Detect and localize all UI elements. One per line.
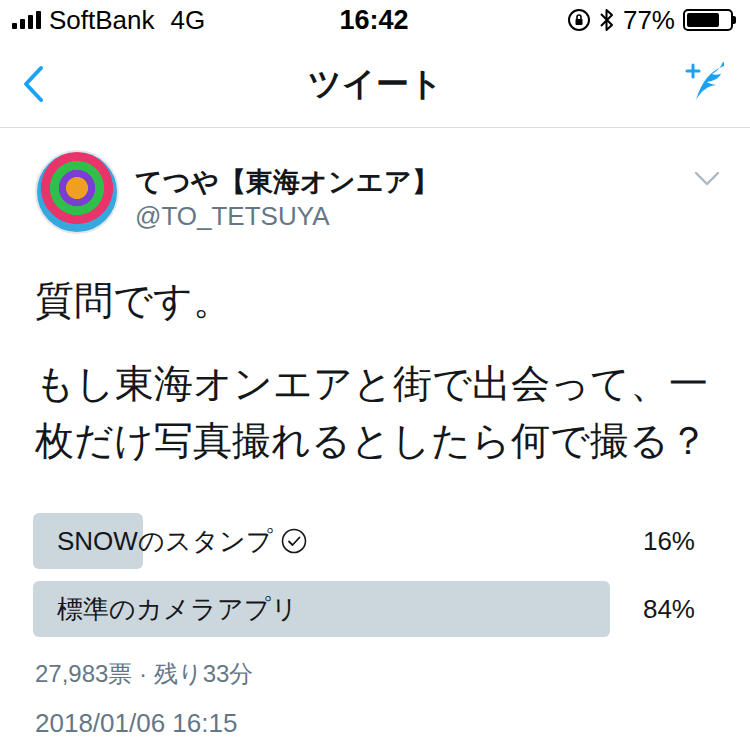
nav-left	[22, 65, 102, 103]
poll-label: 標準のカメラアプリ	[57, 590, 298, 629]
signal-bar	[12, 23, 17, 29]
nav-bar: ツイート	[0, 40, 750, 128]
nav-right	[648, 62, 728, 106]
poll-percent: 84%	[643, 590, 695, 629]
author-handle[interactable]: @TO_TETSUYA	[135, 200, 694, 233]
poll-option[interactable]: 標準のカメラアプリ 84%	[33, 581, 720, 637]
tweet-paragraph: 質問です。	[35, 272, 715, 329]
menu-chevron[interactable]	[694, 150, 720, 190]
author-name[interactable]: てつや【東海オンエア】	[135, 166, 694, 200]
signal-bar	[28, 15, 33, 29]
back-icon[interactable]	[22, 65, 44, 103]
rotation-lock-icon	[567, 8, 591, 32]
poll-label: SNOWのスタンプ	[57, 522, 273, 561]
poll-label-group: SNOWのスタンプ	[57, 522, 307, 561]
tweet-text: 質問です。もし東海オンエアと街で出会って、一枚だけ写真撮れるとしたら何で撮る？	[0, 234, 750, 469]
tweet-header: てつや【東海オンエア】@TO_TETSUYA	[0, 128, 750, 234]
battery-body	[683, 9, 733, 31]
poll-meta: 27,983票 · 残り33分	[0, 637, 750, 690]
status-left: SoftBank 4G	[12, 1, 339, 40]
poll-option-row: SNOWのスタンプ 16%	[33, 513, 720, 569]
poll-label-group: 標準のカメラアプリ	[57, 590, 298, 629]
poll-percent: 16%	[643, 522, 695, 561]
author: てつや【東海オンエア】@TO_TETSUYA	[135, 150, 694, 232]
bluetooth-icon	[599, 7, 615, 33]
battery-tip	[733, 16, 736, 24]
battery-percent: 77%	[623, 1, 675, 40]
compose-icon[interactable]	[684, 62, 728, 106]
tweet-paragraph: もし東海オンエアと街で出会って、一枚だけ写真撮れるとしたら何で撮る？	[35, 355, 715, 469]
clock: 16:42	[339, 0, 408, 40]
poll-option[interactable]: SNOWのスタンプ 16%	[33, 513, 720, 569]
chevron-down-icon[interactable]	[694, 171, 720, 187]
battery-fill	[687, 13, 719, 27]
carrier: SoftBank	[49, 1, 155, 40]
network: 4G	[171, 1, 206, 40]
signal-bar	[36, 11, 41, 29]
avatar[interactable]	[35, 150, 119, 234]
poll: SNOWのスタンプ 16% 標準のカメラアプリ 84%	[0, 469, 750, 637]
battery-icon	[683, 9, 736, 31]
check-icon	[281, 528, 307, 554]
timestamp: 2018/01/06 16:15	[0, 690, 750, 740]
signal-bar	[20, 19, 25, 29]
status-right: 77%	[409, 1, 736, 40]
signal-icon	[12, 11, 41, 29]
status-bar: SoftBank 4G 16:42 77%	[0, 0, 750, 40]
nav-title: ツイート	[308, 59, 443, 109]
poll-option-row: 標準のカメラアプリ 84%	[33, 581, 720, 637]
